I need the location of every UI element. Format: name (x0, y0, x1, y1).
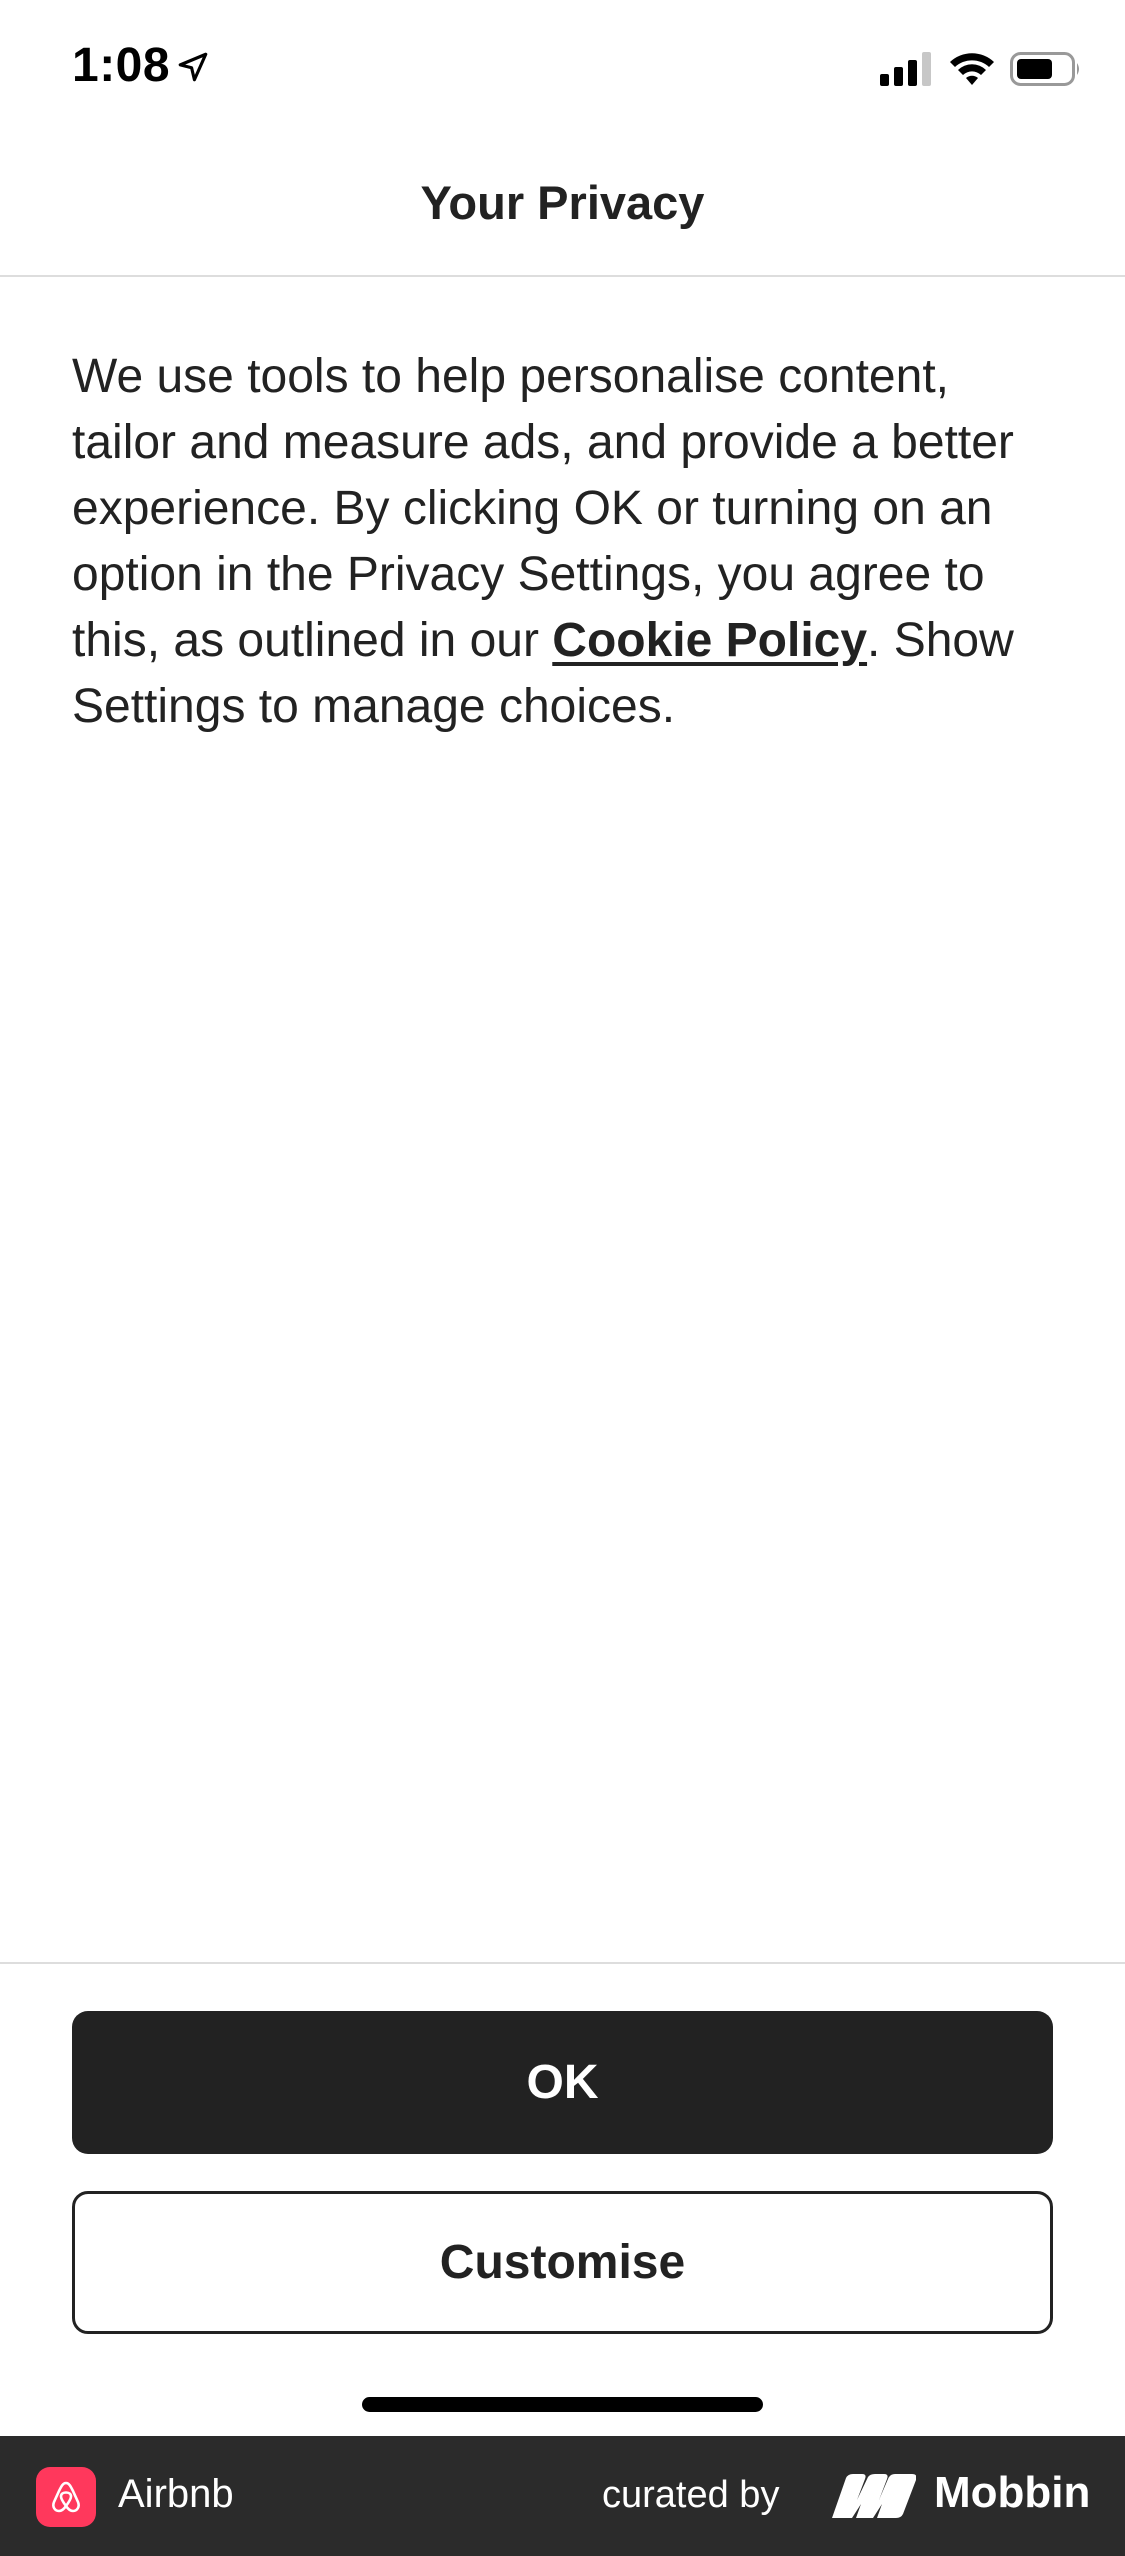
privacy-description: We use tools to help personalise content… (72, 344, 1062, 740)
attribution-bar: Airbnb curated by Mobbin (0, 2436, 1125, 2556)
location-arrow-icon (178, 52, 208, 82)
nav-header: Your Privacy (0, 135, 1125, 277)
airbnb-logo-icon (36, 2467, 96, 2527)
footer-divider (0, 1962, 1125, 1964)
status-bar: 1:08 (0, 0, 1125, 135)
ok-button[interactable]: OK (72, 2011, 1053, 2154)
wifi-icon (950, 53, 994, 85)
curated-by-label: curated by (602, 2474, 780, 2516)
status-time: 1:08 (72, 39, 171, 92)
home-indicator (362, 2397, 763, 2412)
brand-name: Mobbin (934, 2468, 1091, 2517)
cookie-policy-link[interactable]: Cookie Policy (552, 614, 867, 667)
app-name: Airbnb (118, 2472, 234, 2516)
battery-icon (1010, 52, 1079, 86)
cellular-signal-icon (880, 52, 931, 86)
mobbin-logo-icon (832, 2474, 916, 2518)
customise-button[interactable]: Customise (72, 2191, 1053, 2334)
page-title: Your Privacy (420, 176, 705, 229)
